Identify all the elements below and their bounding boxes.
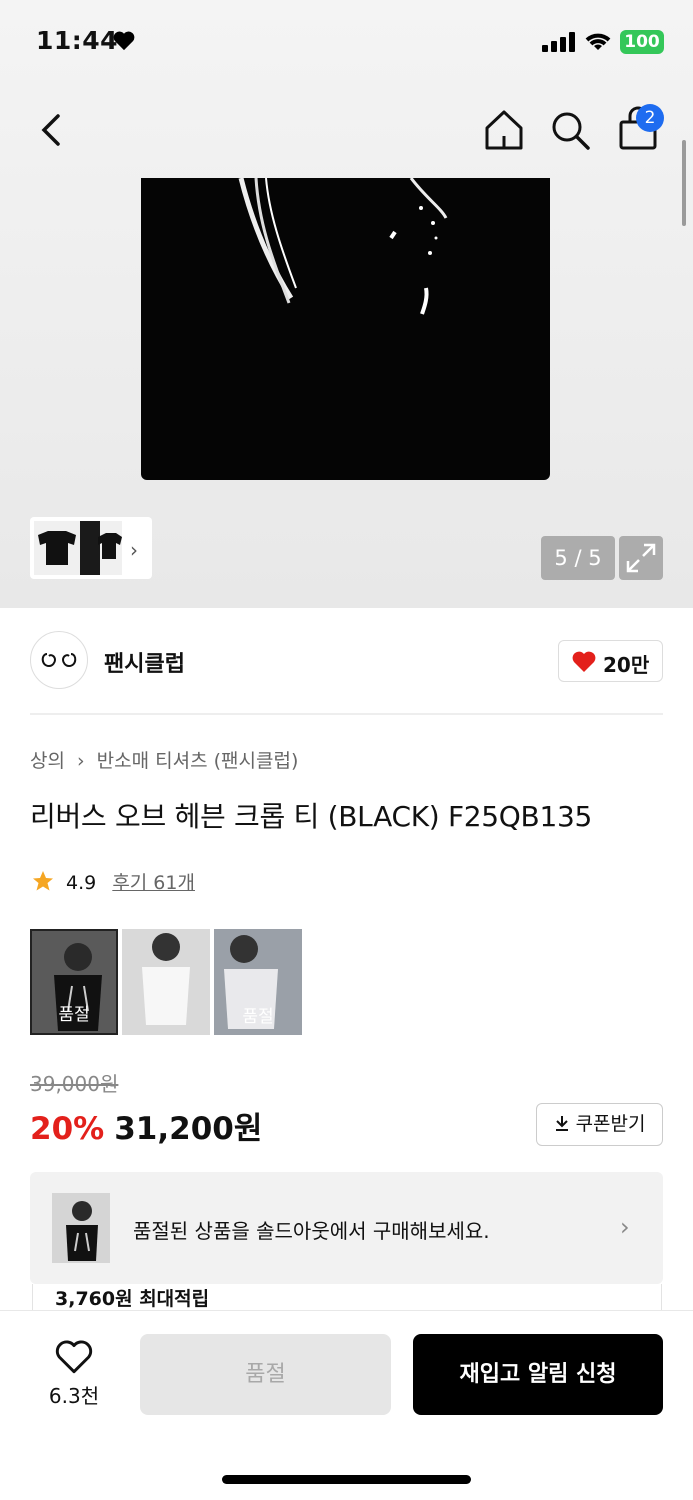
cart-count-badge: 2 bbox=[636, 104, 664, 132]
heart-icon bbox=[571, 651, 597, 677]
coupon-button[interactable]: 쿠폰받기 bbox=[536, 1103, 663, 1146]
chevron-left-icon bbox=[41, 114, 60, 146]
wifi-icon bbox=[583, 30, 613, 56]
discount-rate: 20% bbox=[30, 1111, 105, 1147]
coupon-label: 쿠폰받기 bbox=[575, 1113, 646, 1135]
points-text: 3,760원 최대적립 bbox=[55, 1288, 210, 1310]
original-price: 39,000원 bbox=[30, 1072, 119, 1096]
color-option[interactable] bbox=[122, 929, 210, 1035]
status-bar: 11:44 100 bbox=[0, 0, 693, 84]
color-option[interactable]: 품절 bbox=[214, 929, 302, 1035]
color-option[interactable]: 품절 bbox=[30, 929, 118, 1035]
soldout-button: 품절 bbox=[140, 1334, 391, 1415]
final-price: 31,200원 bbox=[114, 1111, 263, 1147]
product-rating: 4.9 후기 61개 bbox=[30, 868, 195, 898]
breadcrumb: 상의 › 반소매 티셔츠 (팬시클럽) bbox=[30, 746, 304, 773]
home-icon bbox=[485, 110, 523, 150]
heart-status-icon bbox=[113, 31, 135, 55]
soldout-label: 품절 bbox=[242, 1007, 274, 1027]
home-button[interactable] bbox=[483, 108, 525, 152]
image-counter: 5 / 5 bbox=[541, 536, 615, 580]
breadcrumb-subcategory[interactable]: 반소매 티셔츠 (팬시클럽) bbox=[97, 750, 299, 772]
product-image bbox=[141, 178, 550, 480]
back-button[interactable] bbox=[32, 108, 72, 152]
expand-button[interactable] bbox=[619, 536, 663, 580]
cellular-signal-icon bbox=[542, 32, 576, 56]
thumbnail-image[interactable] bbox=[34, 521, 80, 575]
expand-icon bbox=[626, 543, 656, 573]
wishlist-count: 6.3천 bbox=[48, 1384, 100, 1408]
banner-image bbox=[52, 1193, 110, 1263]
product-title: 리버스 오브 헤븐 크롭 티 (BLACK) F25QB135 bbox=[30, 800, 593, 833]
battery-indicator: 100 bbox=[620, 30, 664, 54]
heart-outline-icon bbox=[55, 1340, 93, 1374]
download-icon bbox=[555, 1116, 568, 1131]
breadcrumb-category[interactable]: 상의 bbox=[30, 750, 65, 772]
brand-like-button[interactable]: 20만 bbox=[558, 640, 663, 682]
price-row: 20% 31,200원 bbox=[30, 1103, 262, 1148]
brand-like-count: 20만 bbox=[603, 653, 650, 677]
soldout-label: 품절 bbox=[58, 1005, 90, 1025]
chevron-right-icon: › bbox=[77, 750, 85, 772]
chevron-right-icon[interactable]: › bbox=[620, 1213, 630, 1241]
brand-logo[interactable] bbox=[30, 631, 88, 689]
rating-score: 4.9 bbox=[66, 872, 97, 894]
reviews-link[interactable]: 후기 61개 bbox=[112, 872, 195, 894]
divider bbox=[30, 713, 663, 715]
restock-notify-button[interactable]: 재입고 알림 신청 bbox=[413, 1334, 663, 1415]
wishlist-button[interactable] bbox=[54, 1339, 94, 1379]
banner-text[interactable]: 품절된 상품을 솔드아웃에서 구매해보세요. bbox=[133, 1215, 490, 1244]
scrollbar[interactable] bbox=[682, 140, 686, 226]
status-time: 11:44 bbox=[36, 26, 119, 55]
search-icon bbox=[552, 112, 590, 150]
search-button[interactable] bbox=[550, 108, 592, 152]
brand-name[interactable]: 팬시클럽 bbox=[104, 646, 185, 678]
home-indicator[interactable] bbox=[222, 1475, 471, 1484]
chevron-right-icon[interactable]: › bbox=[130, 538, 138, 562]
thumbnail-image[interactable] bbox=[80, 521, 122, 575]
star-icon bbox=[30, 869, 56, 898]
